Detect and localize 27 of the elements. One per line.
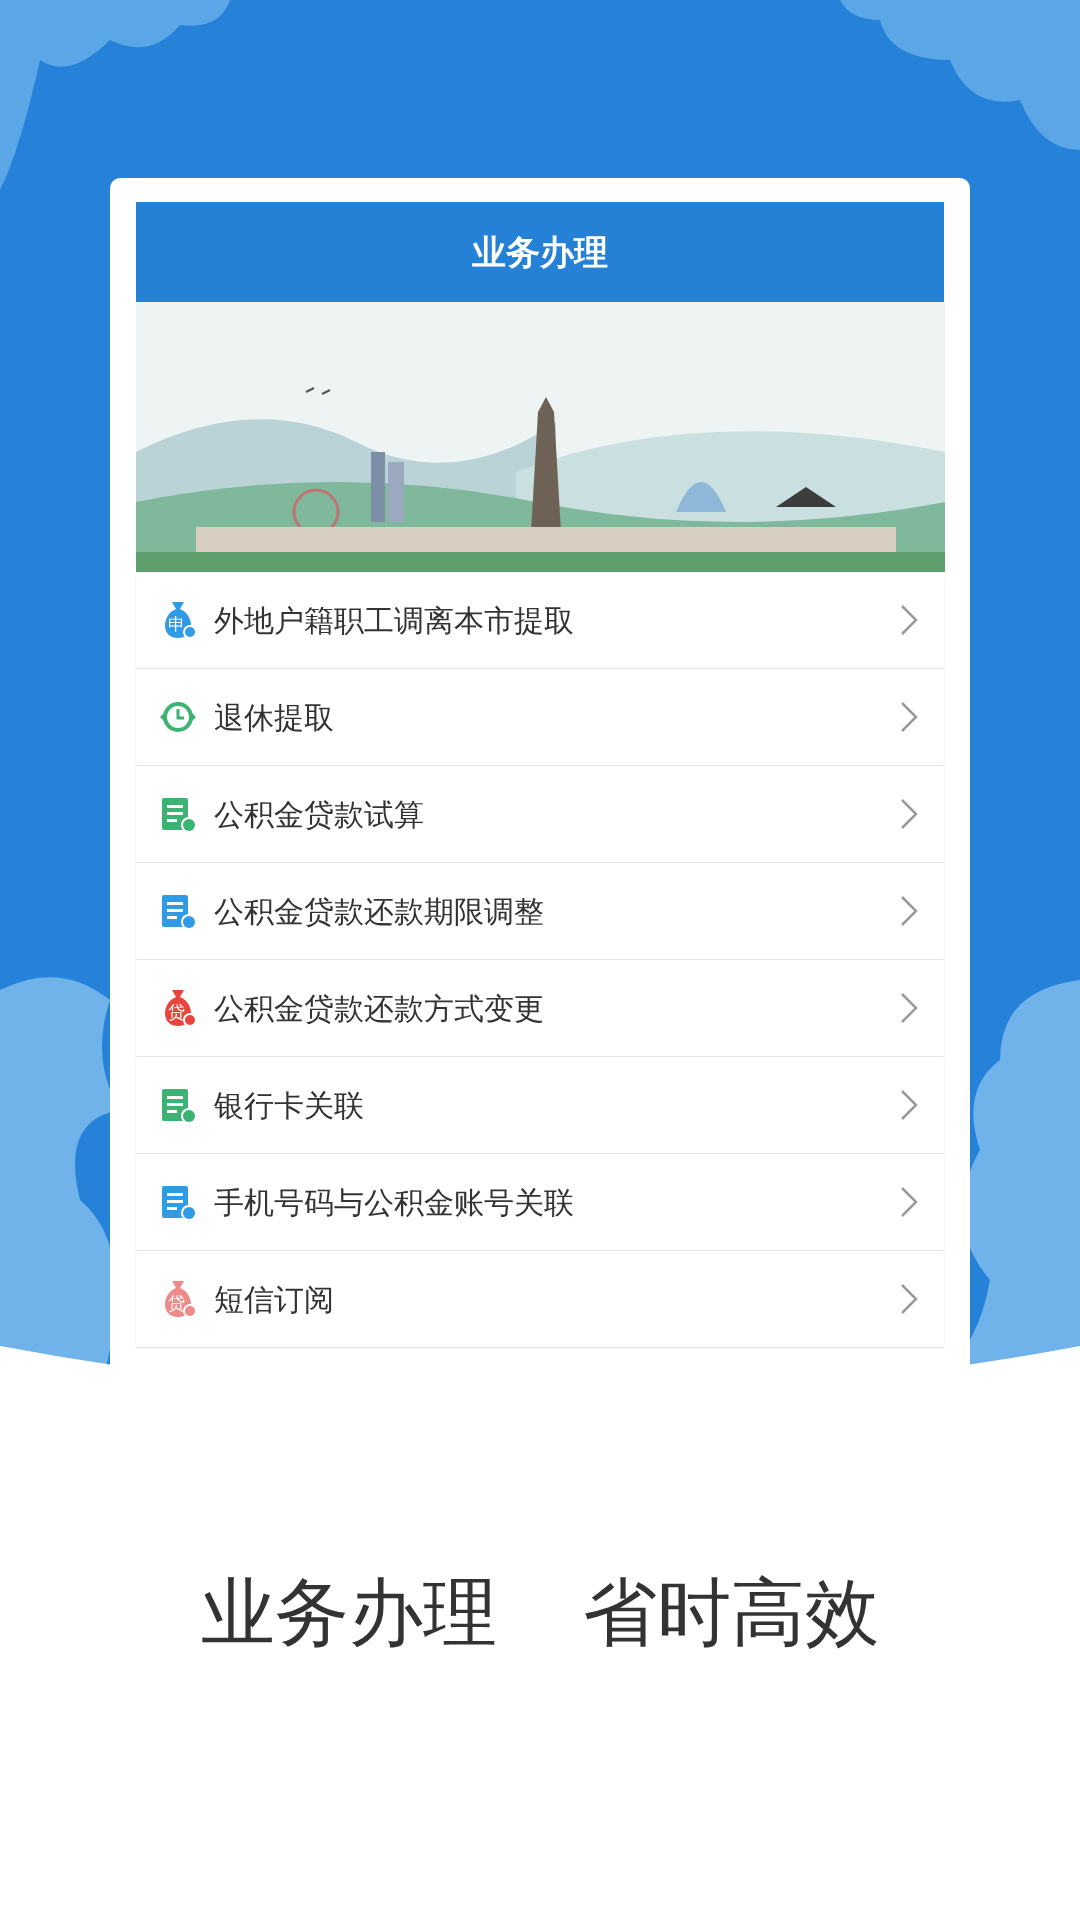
menu-item[interactable]: 公积金贷款试算 bbox=[136, 766, 944, 862]
menu-item[interactable]: 公积金贷款还款期限调整 bbox=[136, 863, 944, 959]
menu-item[interactable]: 贷 短信订阅 bbox=[136, 1251, 944, 1347]
menu-item-label: 公积金贷款还款期限调整 bbox=[214, 892, 545, 931]
menu-item[interactable]: 手机号码与公积金账号关联 bbox=[136, 1154, 944, 1250]
menu-item-label: 公积金贷款试算 bbox=[214, 795, 425, 834]
menu-item-label: 退休提取 bbox=[214, 698, 335, 737]
tagline-text: 业务办理 bbox=[201, 1575, 497, 1657]
chevron-right-icon bbox=[900, 1186, 918, 1218]
chevron-right-icon bbox=[900, 604, 918, 636]
menu-item-label: 公积金贷款还款方式变更 bbox=[214, 989, 545, 1028]
chevron-right-icon bbox=[900, 895, 918, 927]
menu-item[interactable]: 申 外地户籍职工调离本市提取 bbox=[136, 572, 944, 668]
chevron-right-icon bbox=[900, 701, 918, 733]
menu-item-label: 外地户籍职工调离本市提取 bbox=[214, 601, 575, 640]
menu-item[interactable]: 银行卡关联 bbox=[136, 1057, 944, 1153]
header-title: 业务办理 bbox=[472, 230, 608, 274]
menu-item-label: 短信订阅 bbox=[214, 1280, 335, 1319]
chevron-right-icon bbox=[900, 1089, 918, 1121]
menu-item[interactable]: 退休提取 bbox=[136, 669, 944, 765]
chevron-right-icon bbox=[900, 992, 918, 1024]
chevron-right-icon bbox=[900, 1283, 918, 1315]
tagline-text: 省时高效 bbox=[583, 1575, 879, 1657]
chevron-right-icon bbox=[900, 798, 918, 830]
menu-item-label: 手机号码与公积金账号关联 bbox=[214, 1183, 575, 1222]
menu-item-label: 银行卡关联 bbox=[214, 1086, 365, 1125]
menu-item[interactable]: 贷 公积金贷款还款方式变更 bbox=[136, 960, 944, 1056]
